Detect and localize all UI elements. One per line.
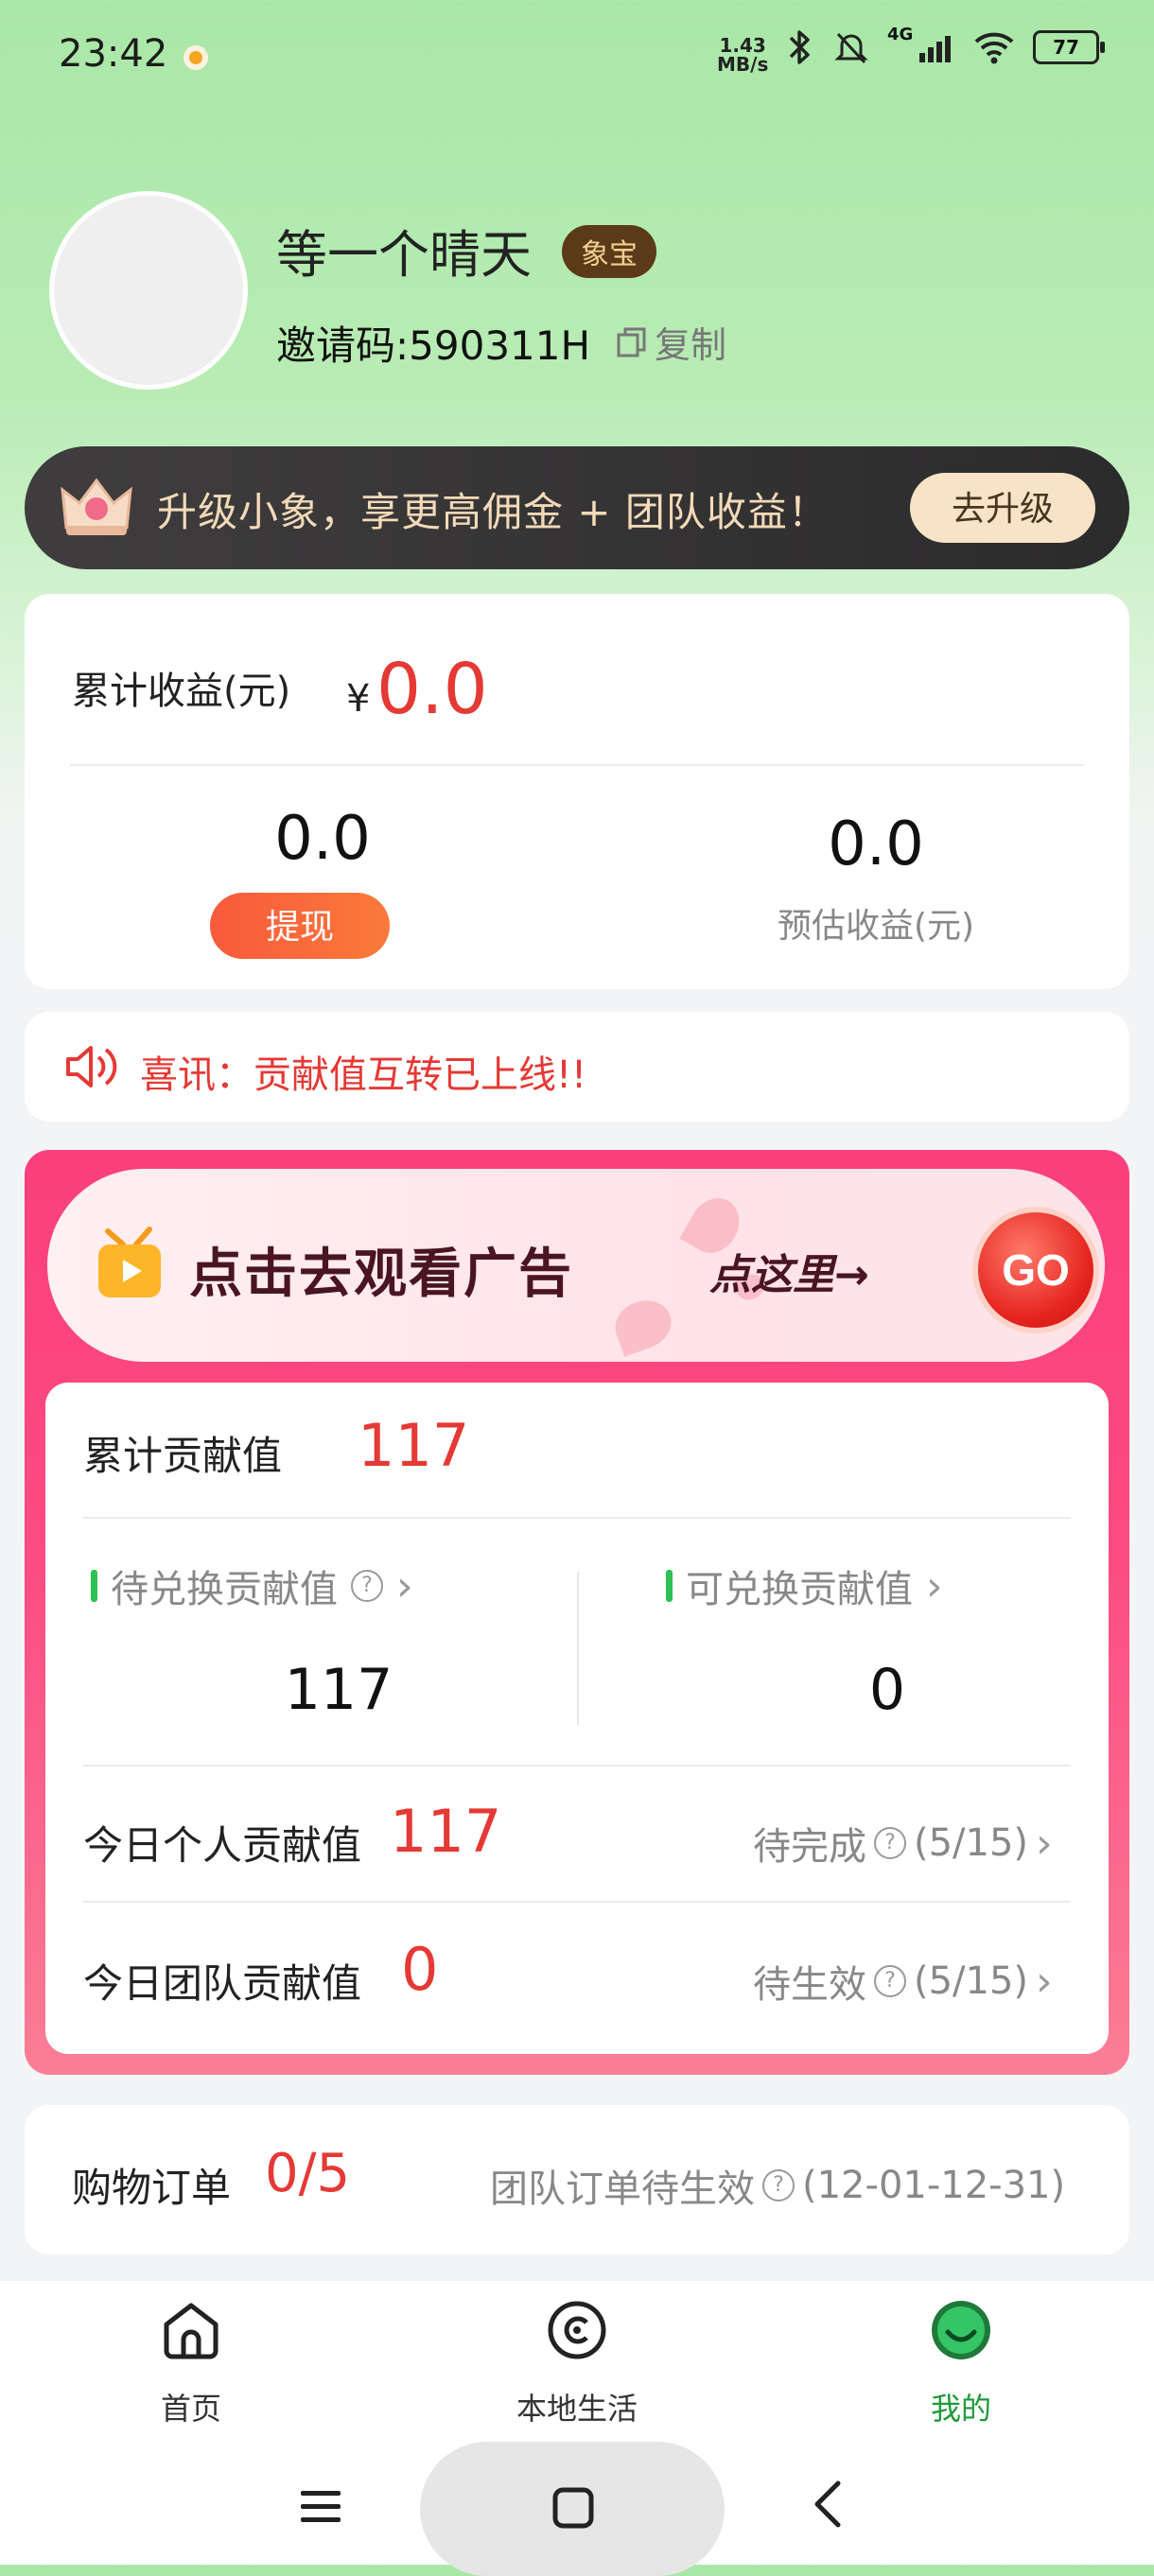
- available-contribution-link[interactable]: 可兑换贡献值 ›: [666, 1558, 943, 1613]
- divider: [83, 1901, 1071, 1903]
- divider: [83, 1765, 1071, 1767]
- network-speed-unit: MB/s: [717, 53, 769, 76]
- today-personal-progress: (5/15): [914, 1821, 1029, 1865]
- chevron-right-icon: ›: [926, 1561, 943, 1610]
- username: 等一个晴天: [276, 225, 532, 285]
- invite-code: 邀请码:590311H: [276, 322, 591, 369]
- wifi-icon: [974, 32, 1014, 64]
- upgrade-text: 升级小象，享更高佣金 + 团队收益！: [157, 489, 829, 535]
- avatar[interactable]: [49, 191, 248, 390]
- total-earnings-value: 0.0: [376, 649, 488, 730]
- copy-icon: [617, 327, 646, 357]
- signal-label: 4G: [887, 25, 914, 44]
- today-team-status-link[interactable]: 待生效 ? (5/15) ›: [753, 1954, 1053, 2009]
- local-life-icon: [548, 2301, 606, 2359]
- contribution-card: 累计贡献值 117 待兑换贡献值 ? › 117 可兑换贡献值 › 0 今日个人…: [45, 1383, 1109, 2054]
- network-speed-value: 1.43: [719, 34, 766, 57]
- team-orders-range: (12-01-12-31): [802, 2164, 1066, 2207]
- mute-bell-icon: [834, 32, 868, 64]
- team-orders-text: 团队订单待生效: [490, 2167, 755, 2211]
- team-orders-status: 团队订单待生效 ? (12-01-12-31): [490, 2158, 1065, 2213]
- nav-profile[interactable]: 我的: [848, 2281, 1075, 2432]
- status-time: 23:42: [59, 32, 168, 76]
- speaker-icon: [66, 1046, 117, 1088]
- contribution-panel: 点击去观看广告 点这里→ GO 累计贡献值 117 待兑换贡献值 ? › 117…: [25, 1150, 1129, 2075]
- member-badge: 象宝: [562, 225, 656, 278]
- available-contribution-label: 可兑换贡献值: [686, 1568, 913, 1611]
- today-personal-value: 117: [390, 1797, 502, 1866]
- today-team-status: 待生效: [753, 1963, 866, 2007]
- pending-contribution-label: 待兑换贡献值: [111, 1568, 338, 1611]
- nav-local-life[interactable]: 本地生活: [463, 2281, 691, 2432]
- orders-label: 购物订单: [72, 2165, 232, 2211]
- green-bar-icon: [666, 1570, 673, 1602]
- estimated-earnings-value: 0.0: [828, 809, 924, 879]
- nav-profile-label: 我的: [930, 2391, 991, 2427]
- home-icon: [164, 2303, 219, 2359]
- system-nav-bar: [0, 2430, 1154, 2576]
- crown-icon: [61, 478, 132, 535]
- today-personal-label: 今日个人贡献值: [83, 1822, 362, 1869]
- nav-home[interactable]: 首页: [78, 2281, 305, 2432]
- earnings-card: 累计收益(元) ¥ 0.0 0.0 提现 0.0 预估收益(元): [25, 594, 1129, 989]
- withdrawable-value: 0.0: [274, 804, 371, 874]
- withdraw-button[interactable]: 提现: [210, 893, 390, 959]
- nav-local-life-label: 本地生活: [516, 2391, 638, 2427]
- today-personal-status: 待完成: [753, 1825, 866, 1869]
- chevron-right-icon: ›: [1036, 1957, 1053, 2006]
- help-icon[interactable]: ?: [762, 2169, 795, 2202]
- profile-icon: [932, 2301, 990, 2359]
- chevron-right-icon: ›: [1036, 1819, 1053, 1868]
- pending-contribution-link[interactable]: 待兑换贡献值 ? ›: [91, 1558, 413, 1613]
- announcement-text: 喜讯：贡献值互转已上线!!: [140, 1053, 587, 1097]
- copy-label: 复制: [655, 324, 727, 366]
- status-icons: 4G 77: [783, 25, 1105, 66]
- total-contribution-value: 117: [358, 1411, 470, 1480]
- total-contribution-label: 累计贡献值: [83, 1433, 283, 1479]
- currency-symbol: ¥: [346, 677, 371, 721]
- notification-dot-icon: [184, 45, 208, 70]
- tv-icon: [98, 1227, 161, 1297]
- go-button[interactable]: GO: [972, 1207, 1099, 1333]
- help-icon[interactable]: ?: [351, 1570, 383, 1602]
- today-team-label: 今日团队贡献值: [83, 1960, 362, 2007]
- today-team-value: 0: [401, 1935, 439, 2004]
- nav-home-label: 首页: [160, 2391, 221, 2427]
- back-icon[interactable]: [810, 2480, 844, 2529]
- announcement-bar[interactable]: 喜讯：贡献值互转已上线!!: [25, 1012, 1129, 1122]
- menu-icon[interactable]: [299, 2487, 342, 2525]
- watch-ad-banner[interactable]: 点击去观看广告 点这里→ GO: [47, 1169, 1105, 1362]
- today-team-progress: (5/15): [914, 1959, 1029, 2003]
- click-here-text: 点这里→: [709, 1251, 869, 1299]
- copy-button[interactable]: 复制: [615, 316, 726, 368]
- available-contribution-value: 0: [868, 1657, 906, 1723]
- estimated-earnings-label: 预估收益(元): [777, 907, 975, 946]
- orders-card[interactable]: 购物订单 0/5 团队订单待生效 ? (12-01-12-31): [25, 2105, 1129, 2254]
- signal-icon: 4G: [887, 25, 955, 66]
- help-icon[interactable]: ?: [874, 1965, 906, 1997]
- green-bar-icon: [91, 1570, 97, 1602]
- square-icon: [552, 2487, 594, 2529]
- today-personal-status-link[interactable]: 待完成 ? (5/15) ›: [753, 1816, 1053, 1871]
- home-button[interactable]: [420, 2442, 725, 2576]
- vertical-divider: [577, 1572, 579, 1725]
- bottom-nav: 首页 本地生活 我的: [0, 2281, 1154, 2576]
- network-speed: 1.43 MB/s: [717, 36, 768, 74]
- petal-decoration: [608, 1293, 678, 1357]
- divider: [70, 764, 1084, 766]
- pending-contribution-value: 117: [284, 1657, 393, 1723]
- divider: [83, 1517, 1071, 1519]
- battery-icon: 77: [1033, 30, 1105, 64]
- watch-ad-text: 点击去观看广告: [189, 1244, 573, 1305]
- bluetooth-icon: [789, 30, 810, 64]
- orders-value: 0/5: [265, 2143, 351, 2204]
- help-icon[interactable]: ?: [874, 1827, 906, 1859]
- upgrade-button[interactable]: 去升级: [910, 473, 1095, 543]
- upgrade-banner[interactable]: 升级小象，享更高佣金 + 团队收益！ 去升级: [25, 446, 1129, 569]
- total-earnings-label: 累计收益(元): [72, 670, 291, 713]
- chevron-right-icon: ›: [396, 1561, 413, 1610]
